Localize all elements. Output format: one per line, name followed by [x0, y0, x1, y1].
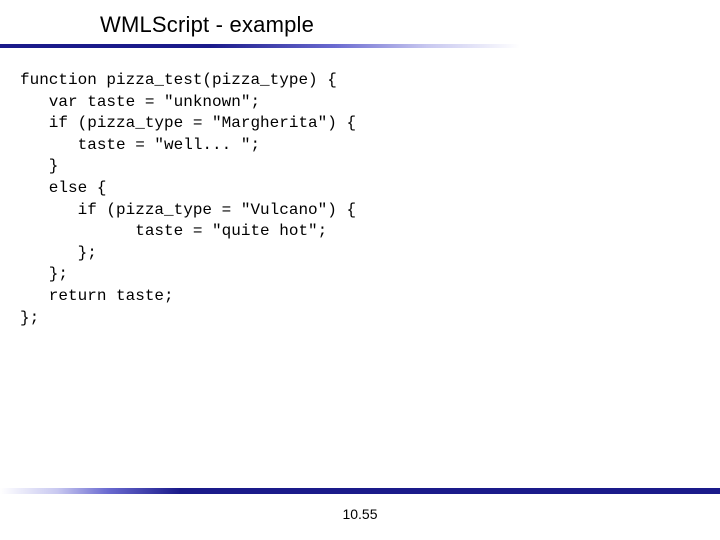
- code-block: function pizza_test(pizza_type) { var ta…: [0, 48, 720, 329]
- footer-divider: [0, 488, 720, 494]
- title-divider: [0, 44, 520, 48]
- slide-title: WMLScript - example: [100, 12, 720, 38]
- page-number: 10.55: [0, 506, 720, 522]
